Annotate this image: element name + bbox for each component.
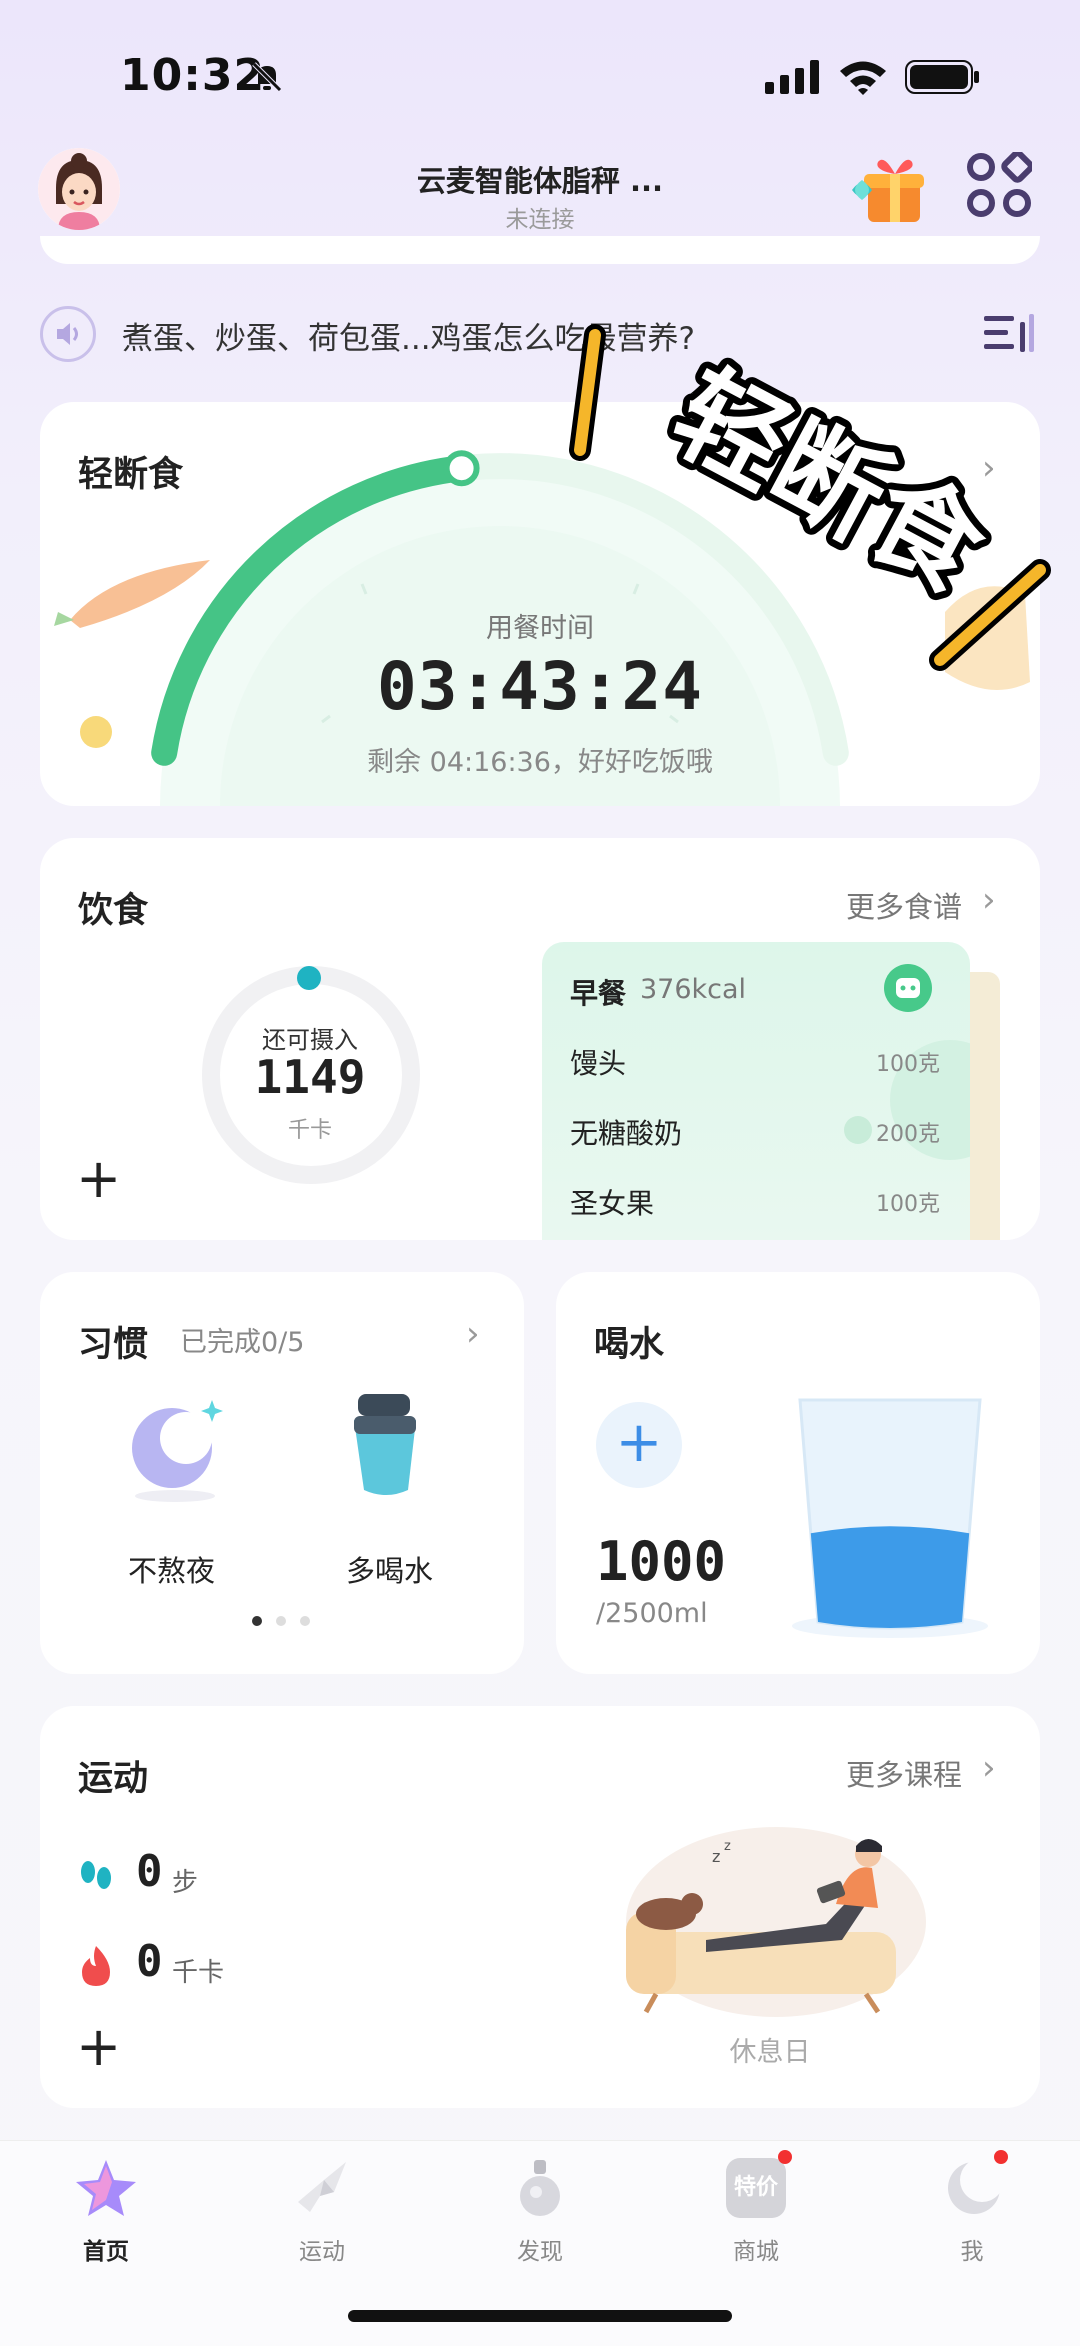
flame-icon [82, 1946, 110, 1986]
water-goal: /2500ml [596, 1598, 708, 1629]
water-bottle-icon[interactable] [336, 1390, 436, 1502]
more-recipes-chevron-icon[interactable]: › [982, 880, 996, 920]
tab-mall-notification-dot [778, 2150, 792, 2164]
kcal-value: 0 [136, 1936, 163, 1987]
water-title[interactable]: 喝水 [594, 1316, 664, 1367]
calorie-unit: 千卡 [287, 1118, 332, 1143]
tab-home-star-icon[interactable] [74, 2156, 138, 2220]
page-dot [300, 1616, 310, 1626]
food-qty: 100克 [876, 1052, 940, 1077]
moon-icon[interactable] [120, 1394, 230, 1504]
steps-unit: 步 [172, 1868, 199, 1898]
battery-icon [905, 60, 979, 94]
bell-muted-icon [252, 62, 282, 92]
habit-progress: 已完成0/5 [180, 1327, 305, 1358]
habit-item-label: 不熬夜 [128, 1554, 216, 1588]
calorie-ring-dot [297, 966, 321, 990]
add-water-button[interactable]: + [596, 1402, 682, 1488]
water-glass-icon [792, 1398, 988, 1638]
plate-icon [896, 978, 920, 998]
habit-item-label: 多喝水 [346, 1554, 434, 1588]
fasting-sticker: 轻断食 [569, 324, 1051, 671]
meal-remaining: 剩余 04:16:36，好好吃饭哦 [367, 747, 713, 778]
tab-discover-bottle-icon[interactable] [508, 2156, 572, 2220]
gift-icon[interactable] [848, 150, 926, 226]
tab-mall-sale-badge[interactable]: 特价 [726, 2158, 786, 2218]
footprints-icon [81, 1861, 111, 1889]
wifi-icon [840, 61, 886, 95]
diet-title[interactable]: 饮食 [78, 882, 148, 933]
food-qty: 100克 [876, 1192, 940, 1217]
apps-grid-icon[interactable] [966, 152, 1032, 218]
fasting-progress-knob [443, 450, 480, 487]
meal-panel-stack [970, 972, 1000, 1240]
banner-edge [40, 236, 1040, 264]
more-courses-chevron-icon[interactable]: › [982, 1748, 996, 1788]
fasting-title[interactable]: 轻断食 [78, 446, 183, 497]
more-recipes-link[interactable]: 更多食谱 [846, 884, 962, 926]
food-qty: 200克 [876, 1122, 940, 1147]
more-courses-link[interactable]: 更多课程 [846, 1752, 962, 1794]
food-name: 圣女果 [570, 1187, 655, 1220]
water-level [810, 1526, 970, 1628]
steps-value: 0 [136, 1846, 163, 1897]
add-diet-button[interactable]: + [76, 1152, 121, 1206]
meal-name: 早餐 [570, 977, 627, 1010]
tab-me[interactable]: 我 [902, 2232, 1042, 2266]
svg-text:z: z [724, 1839, 731, 1854]
sport-title[interactable]: 运动 [78, 1750, 148, 1801]
meal-camera-icon[interactable] [884, 964, 932, 1012]
tab-discover[interactable]: 发现 [470, 2232, 610, 2266]
tab-sport-crane-icon[interactable] [290, 2156, 354, 2220]
status-time: 10:32 [120, 50, 266, 101]
tab-me-moon-icon[interactable] [942, 2156, 1006, 2220]
habit-chevron-icon[interactable]: › [466, 1314, 480, 1354]
water-amount: 1000 [596, 1530, 727, 1593]
tab-sport[interactable]: 运动 [252, 2232, 392, 2266]
sticker-text: 轻断食 [653, 348, 1005, 616]
tab-mall[interactable]: 商城 [686, 2232, 826, 2266]
rest-day-label: 休息日 [729, 2037, 811, 2068]
habit-title[interactable]: 习惯 [78, 1316, 148, 1367]
page-dot-active [252, 1616, 262, 1626]
home-indicator [348, 2310, 732, 2322]
add-sport-button[interactable]: + [76, 2020, 121, 2074]
speaker-glyph-icon [57, 323, 78, 345]
rest-illustration: z z [626, 1827, 926, 2017]
food-name: 馒头 [570, 1047, 627, 1080]
kcal-unit: 千卡 [172, 1958, 225, 1988]
meal-kcal: 376kcal [640, 974, 747, 1005]
calorie-remaining-value: 1149 [254, 1050, 366, 1104]
food-name: 无糖酸奶 [570, 1117, 683, 1150]
cellular-signal-icon [765, 60, 819, 94]
page-dot [276, 1616, 286, 1626]
tab-home[interactable]: 首页 [36, 2232, 176, 2266]
speaker-icon[interactable] [40, 306, 96, 362]
tab-me-notification-dot [994, 2150, 1008, 2164]
svg-text:z: z [712, 1847, 720, 1866]
